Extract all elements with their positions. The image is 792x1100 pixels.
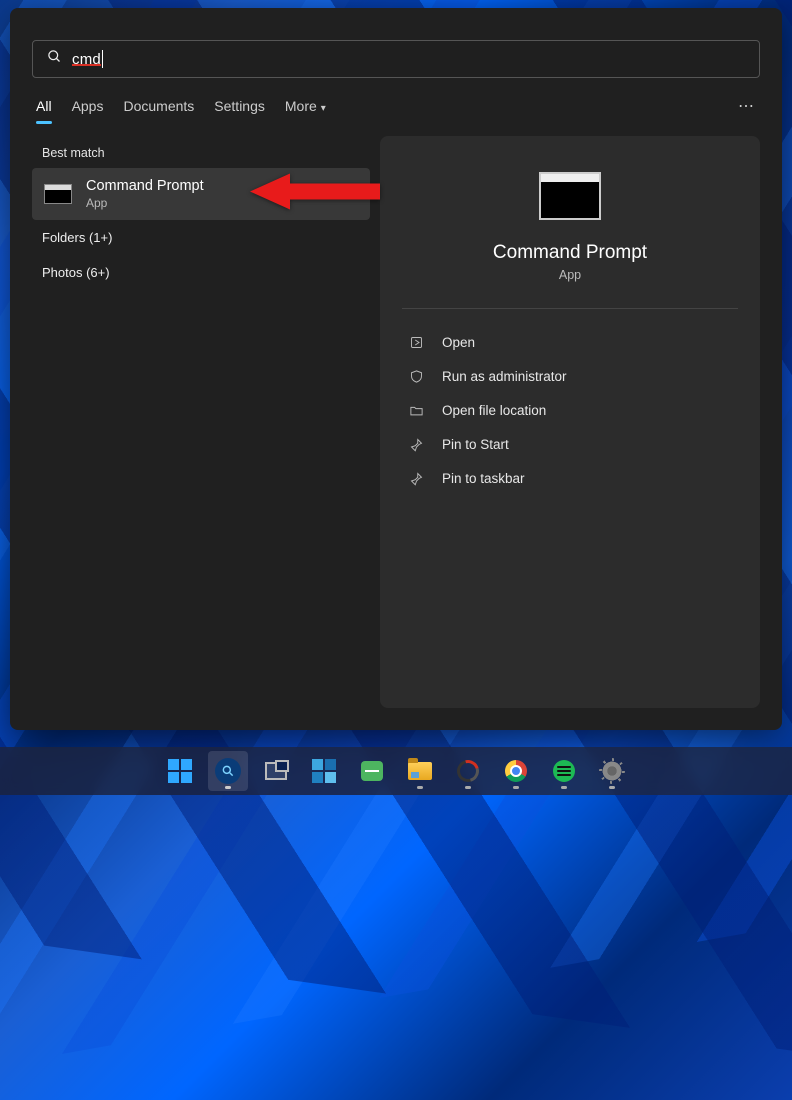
chrome-icon [505, 760, 527, 782]
action-label: Open file location [442, 403, 546, 418]
start-search-panel: cmd All Apps Documents Settings More▾ ⋯ … [10, 8, 782, 730]
spellcheck-underline [72, 64, 101, 66]
chat-icon [361, 761, 383, 781]
actions-list: Open Run as administrator Open file loca… [402, 327, 738, 493]
taskview-icon [265, 762, 287, 780]
spotify-icon [553, 760, 575, 782]
search-icon [215, 758, 241, 784]
action-run-admin[interactable]: Run as administrator [402, 361, 738, 391]
divider [402, 308, 738, 309]
result-title: Command Prompt [86, 178, 204, 194]
action-open-location[interactable]: Open file location [402, 395, 738, 425]
taskbar-spotify[interactable] [544, 751, 584, 791]
taskbar-taskview[interactable] [256, 751, 296, 791]
taskbar [0, 747, 792, 795]
action-label: Pin to Start [442, 437, 509, 452]
action-pin-start[interactable]: Pin to Start [402, 429, 738, 459]
taskbar-explorer[interactable] [400, 751, 440, 791]
results-column: Best match Command Prompt App Folders (1… [20, 136, 370, 708]
cmd-icon [44, 184, 72, 204]
tab-settings[interactable]: Settings [214, 98, 265, 124]
folder-icon [408, 402, 424, 418]
taskbar-widgets[interactable] [304, 751, 344, 791]
pin-icon [408, 436, 424, 452]
tab-documents[interactable]: Documents [123, 98, 194, 124]
taskbar-settings[interactable] [592, 751, 632, 791]
windows-logo-icon [168, 759, 192, 783]
shield-icon [408, 368, 424, 384]
gear-icon [601, 760, 623, 782]
preview-app-icon [539, 172, 601, 220]
taskbar-start[interactable] [160, 751, 200, 791]
taskbar-chrome[interactable] [496, 751, 536, 791]
file-explorer-icon [408, 762, 432, 780]
taskbar-search[interactable] [208, 751, 248, 791]
text-cursor [102, 50, 103, 68]
chevron-down-icon: ▾ [321, 103, 326, 114]
pin-icon [408, 470, 424, 486]
search-box[interactable]: cmd [32, 40, 760, 78]
search-value: cmd [72, 51, 101, 68]
overflow-button[interactable]: ⋯ [738, 96, 756, 126]
action-label: Open [442, 335, 475, 350]
app-icon [453, 756, 483, 786]
action-open[interactable]: Open [402, 327, 738, 357]
search-input[interactable]: cmd [72, 50, 745, 68]
photos-section[interactable]: Photos (6+) [32, 255, 370, 290]
action-label: Run as administrator [442, 369, 567, 384]
search-icon [47, 49, 62, 69]
widgets-icon [312, 759, 336, 783]
search-tabs: All Apps Documents Settings More▾ ⋯ [10, 78, 782, 126]
preview-subtitle: App [559, 268, 581, 282]
tab-all[interactable]: All [36, 98, 52, 124]
best-match-heading: Best match [32, 136, 370, 168]
folders-section[interactable]: Folders (1+) [32, 220, 370, 255]
preview-title: Command Prompt [493, 242, 647, 264]
preview-pane: Command Prompt App Open Run as administr… [380, 136, 760, 708]
taskbar-chat[interactable] [352, 751, 392, 791]
taskbar-app[interactable] [448, 751, 488, 791]
best-match-result[interactable]: Command Prompt App [32, 168, 370, 220]
tab-apps[interactable]: Apps [72, 98, 104, 124]
action-label: Pin to taskbar [442, 471, 525, 486]
action-pin-taskbar[interactable]: Pin to taskbar [402, 463, 738, 493]
result-subtitle: App [86, 196, 204, 210]
tab-more[interactable]: More▾ [285, 98, 326, 124]
open-icon [408, 334, 424, 350]
annotation-arrow [250, 170, 380, 219]
